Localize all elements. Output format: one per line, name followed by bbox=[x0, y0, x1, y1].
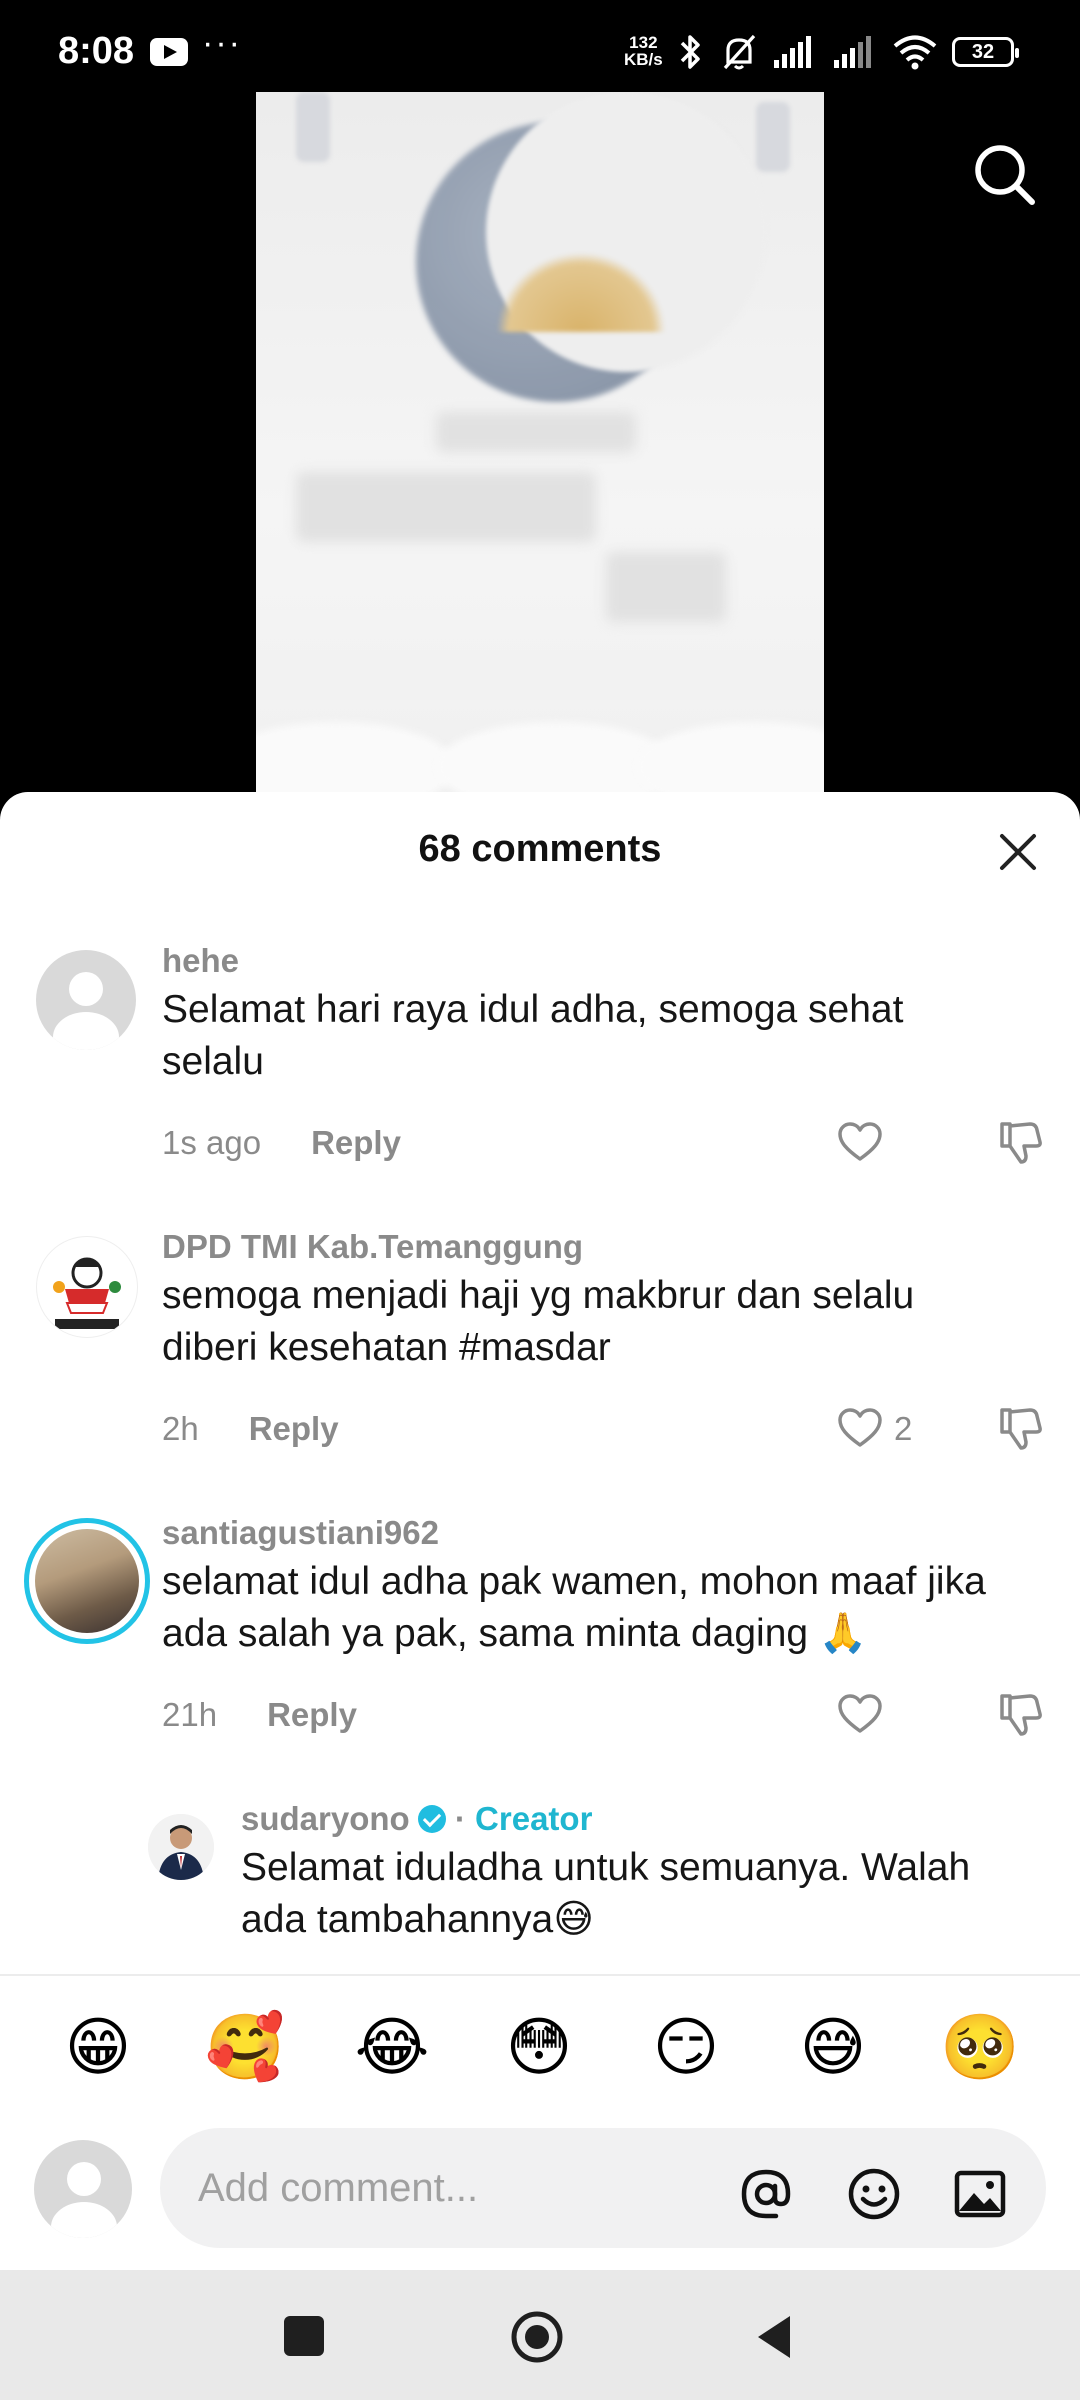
comment-username[interactable]: DPD TMI Kab.Temanggung bbox=[162, 1228, 583, 1266]
heart-icon[interactable] bbox=[836, 1690, 884, 1738]
emoji-quick-bar: 😁 🥰 😂 😳 😏 😅 🥺 bbox=[0, 1974, 1080, 2106]
mention-icon[interactable] bbox=[736, 2164, 796, 2224]
comment-meta: 21h Reply bbox=[162, 1696, 357, 1734]
emoji-button[interactable]: 😳 bbox=[494, 2008, 584, 2088]
recent-apps-button[interactable] bbox=[284, 2316, 324, 2356]
comments-count-title: 68 comments bbox=[418, 828, 662, 870]
avatar[interactable] bbox=[36, 1236, 138, 1338]
wifi-icon bbox=[893, 35, 937, 70]
blurred-text bbox=[606, 552, 726, 622]
more-notifications-icon: ··· bbox=[202, 24, 242, 62]
cloud-graphic bbox=[256, 722, 456, 792]
dislike-icon[interactable] bbox=[996, 1690, 1044, 1738]
mosque-graphic bbox=[496, 252, 666, 332]
system-navigation-bar bbox=[0, 2270, 1080, 2400]
avatar[interactable] bbox=[148, 1814, 214, 1880]
creator-avatar-graphic bbox=[148, 1814, 214, 1880]
comment-text: Selamat hari raya idul adha, semoga seha… bbox=[162, 988, 904, 1083]
avatar[interactable] bbox=[36, 950, 136, 1050]
comment-input-row: Add comment... bbox=[0, 2104, 1080, 2270]
separator-dot: · bbox=[454, 1800, 466, 1837]
back-button[interactable] bbox=[754, 2314, 794, 2360]
creator-badge: Creator bbox=[475, 1800, 593, 1837]
cloud-graphic bbox=[636, 722, 824, 792]
comment-meta: 1s ago Reply bbox=[162, 1124, 401, 1162]
tmi-logo bbox=[53, 1257, 121, 1329]
comment-text: selamat idul adha pak wamen, mohon maaf … bbox=[162, 1560, 986, 1655]
comment-username[interactable]: santiagustiani962 bbox=[162, 1514, 439, 1552]
comment-text: semoga menjadi haji yg makbrur dan selal… bbox=[162, 1274, 915, 1369]
comment-input[interactable]: Add comment... bbox=[160, 2128, 1046, 2248]
emoji-button[interactable]: 😁 bbox=[53, 2008, 143, 2088]
like-count: 2 bbox=[894, 1410, 913, 1447]
close-icon[interactable] bbox=[996, 830, 1040, 874]
comment-time: 1s ago bbox=[162, 1124, 262, 1161]
search-icon[interactable] bbox=[970, 140, 1040, 210]
avatar-head bbox=[67, 2162, 101, 2196]
mute-bell-icon bbox=[723, 34, 756, 70]
emoji-button[interactable]: 😂 bbox=[347, 2008, 437, 2088]
creator-username-line: sudaryono · Creator bbox=[241, 1800, 592, 1838]
dislike-icon[interactable] bbox=[996, 1118, 1044, 1166]
emoji-icon[interactable] bbox=[844, 2164, 904, 2224]
image-icon[interactable] bbox=[950, 2164, 1010, 2224]
emoji-button[interactable]: 🥰 bbox=[200, 2008, 290, 2088]
reply-button[interactable]: Reply bbox=[267, 1696, 357, 1733]
heart-icon[interactable] bbox=[836, 1118, 884, 1166]
network-speed: 132 KB/s bbox=[624, 34, 663, 68]
comment-username[interactable]: hehe bbox=[162, 942, 239, 980]
lantern-decoration bbox=[756, 102, 790, 172]
lantern-decoration bbox=[296, 92, 330, 162]
home-button[interactable] bbox=[510, 2310, 564, 2364]
avatar-with-story-ring[interactable] bbox=[24, 1518, 150, 1644]
video-preview[interactable] bbox=[256, 92, 824, 792]
blurred-text bbox=[436, 412, 636, 452]
emoji-button[interactable]: 😅 bbox=[788, 2008, 878, 2088]
status-time: 8:08 bbox=[58, 30, 135, 72]
avatar-body bbox=[53, 1012, 119, 1050]
comment-text: Selamat iduladha untuk semuanya. Walah a… bbox=[241, 1846, 971, 1941]
status-bar: 8:08 ··· 132 KB/s 32 bbox=[0, 0, 1080, 100]
battery-indicator: 32 bbox=[952, 37, 1019, 67]
avatar-photo bbox=[35, 1529, 139, 1633]
emoji-button[interactable]: 🥺 bbox=[935, 2008, 1025, 2088]
comment-input-placeholder: Add comment... bbox=[198, 2166, 479, 2210]
reply-button[interactable]: Reply bbox=[249, 1410, 339, 1447]
signal-icon-2 bbox=[834, 36, 871, 68]
comment-time: 21h bbox=[162, 1696, 218, 1733]
my-avatar[interactable] bbox=[34, 2140, 132, 2238]
blurred-text bbox=[296, 472, 596, 542]
verified-icon bbox=[417, 1805, 446, 1833]
youtube-notification-icon bbox=[150, 38, 188, 66]
comment-time: 2h bbox=[162, 1410, 199, 1447]
status-icons: 32 bbox=[676, 30, 1019, 74]
avatar-head bbox=[69, 972, 103, 1006]
emoji-button[interactable]: 😏 bbox=[641, 2008, 731, 2088]
creator-username[interactable]: sudaryono bbox=[241, 1800, 410, 1837]
heart-icon[interactable] bbox=[836, 1404, 884, 1452]
reply-button[interactable]: Reply bbox=[311, 1124, 401, 1161]
avatar-body bbox=[51, 2202, 117, 2238]
bluetooth-icon bbox=[680, 35, 700, 69]
comment-meta: 2h Reply bbox=[162, 1410, 339, 1448]
dislike-icon[interactable] bbox=[996, 1404, 1044, 1452]
network-speed-unit: KB/s bbox=[624, 50, 663, 69]
signal-icon-1 bbox=[774, 36, 811, 68]
